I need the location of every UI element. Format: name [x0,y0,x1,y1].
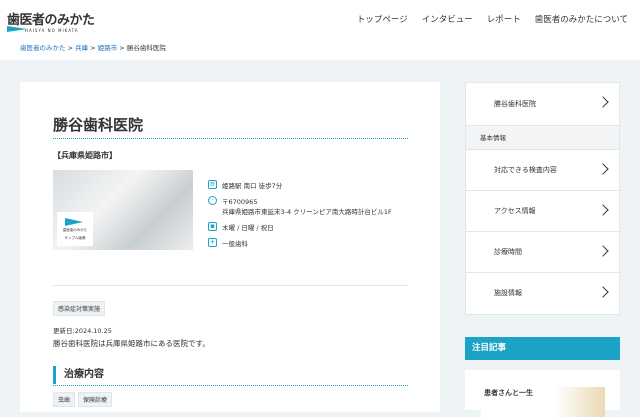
site-logo[interactable]: 歯医者のみかた HAISYA NO MIKATA [7,9,95,33]
breadcrumb: 歯医者のみかた > 兵庫 > 姫路市 > 勝谷歯科医院 [20,44,166,52]
featured-thumbnail: 患者さんと一生 [481,387,605,417]
page-title: 勝谷歯科医院 [53,116,144,134]
featured-heading: 注目記事 [465,337,620,360]
sample-image-logo: 歯医者のみかた サンプル画像 [57,212,93,246]
main-nav: トップページ インタビュー レポート 歯医者のみかたについて [357,13,628,25]
divider [53,385,408,386]
clinic-image: 歯医者のみかた サンプル画像 [53,170,193,250]
prefecture-label: 【兵庫県姫路市】 [53,151,117,160]
breadcrumb-prefecture[interactable]: 兵庫 [75,44,88,52]
location-pin-icon: · [208,196,217,205]
logo-mark-icon [7,26,27,32]
breadcrumb-city[interactable]: 姫路市 [98,44,118,52]
updated-date: 更新日:2024.10.25 [53,327,112,335]
train-icon: ≡ [208,180,217,189]
sidebar-section-basic: 基本情報 [466,126,619,150]
sidebar-item-hours[interactable]: 診療時間 [466,232,619,273]
nav-about[interactable]: 歯医者のみかたについて [535,13,628,25]
sidebar-item-facility[interactable]: 施設情報 [466,273,619,314]
infection-control-tag: 感染症対策実施 [53,301,106,316]
sidebar-item-exams[interactable]: 対応できる検査内容 [466,150,619,191]
logo-mark-icon [65,218,83,226]
featured-article-card[interactable]: 患者さんと一生 [465,370,620,417]
nav-report[interactable]: レポート [487,13,521,25]
breadcrumb-current: 勝谷歯科医院 [126,44,166,52]
nav-top[interactable]: トップページ [357,13,408,25]
clinic-card: 勝谷歯科医院 【兵庫県姫路市】 歯医者のみかた サンプル画像 ≡ 姫路駅 南口 徒歩… [20,82,440,412]
treatment-heading: 治療内容 [53,366,104,384]
sidebar-item-clinic[interactable]: 勝谷歯科医院 [466,83,619,126]
clinic-description: 勝谷歯科医院は兵庫県姫路市にある医院です。 [53,339,210,348]
clinic-info: ≡ 姫路駅 南口 徒歩7分 · 〒6700965 兵庫県姫路市東延末3-4 クリーンピ… [208,180,392,248]
calendar-icon: ▪ [208,222,217,231]
divider [53,285,408,286]
nav-interview[interactable]: インタビュー [422,13,473,25]
plus-icon: + [208,238,217,247]
sidebar-item-access[interactable]: アクセス情報 [466,191,619,232]
site-header: 歯医者のみかた HAISYA NO MIKATA トップページ インタビュー レ… [0,0,640,60]
divider [53,138,408,139]
sidebar-nav: 勝谷歯科医院 基本情報 対応できる検査内容 アクセス情報 診療時間 施設情報 [465,82,620,315]
breadcrumb-home[interactable]: 歯医者のみかた [20,44,66,52]
